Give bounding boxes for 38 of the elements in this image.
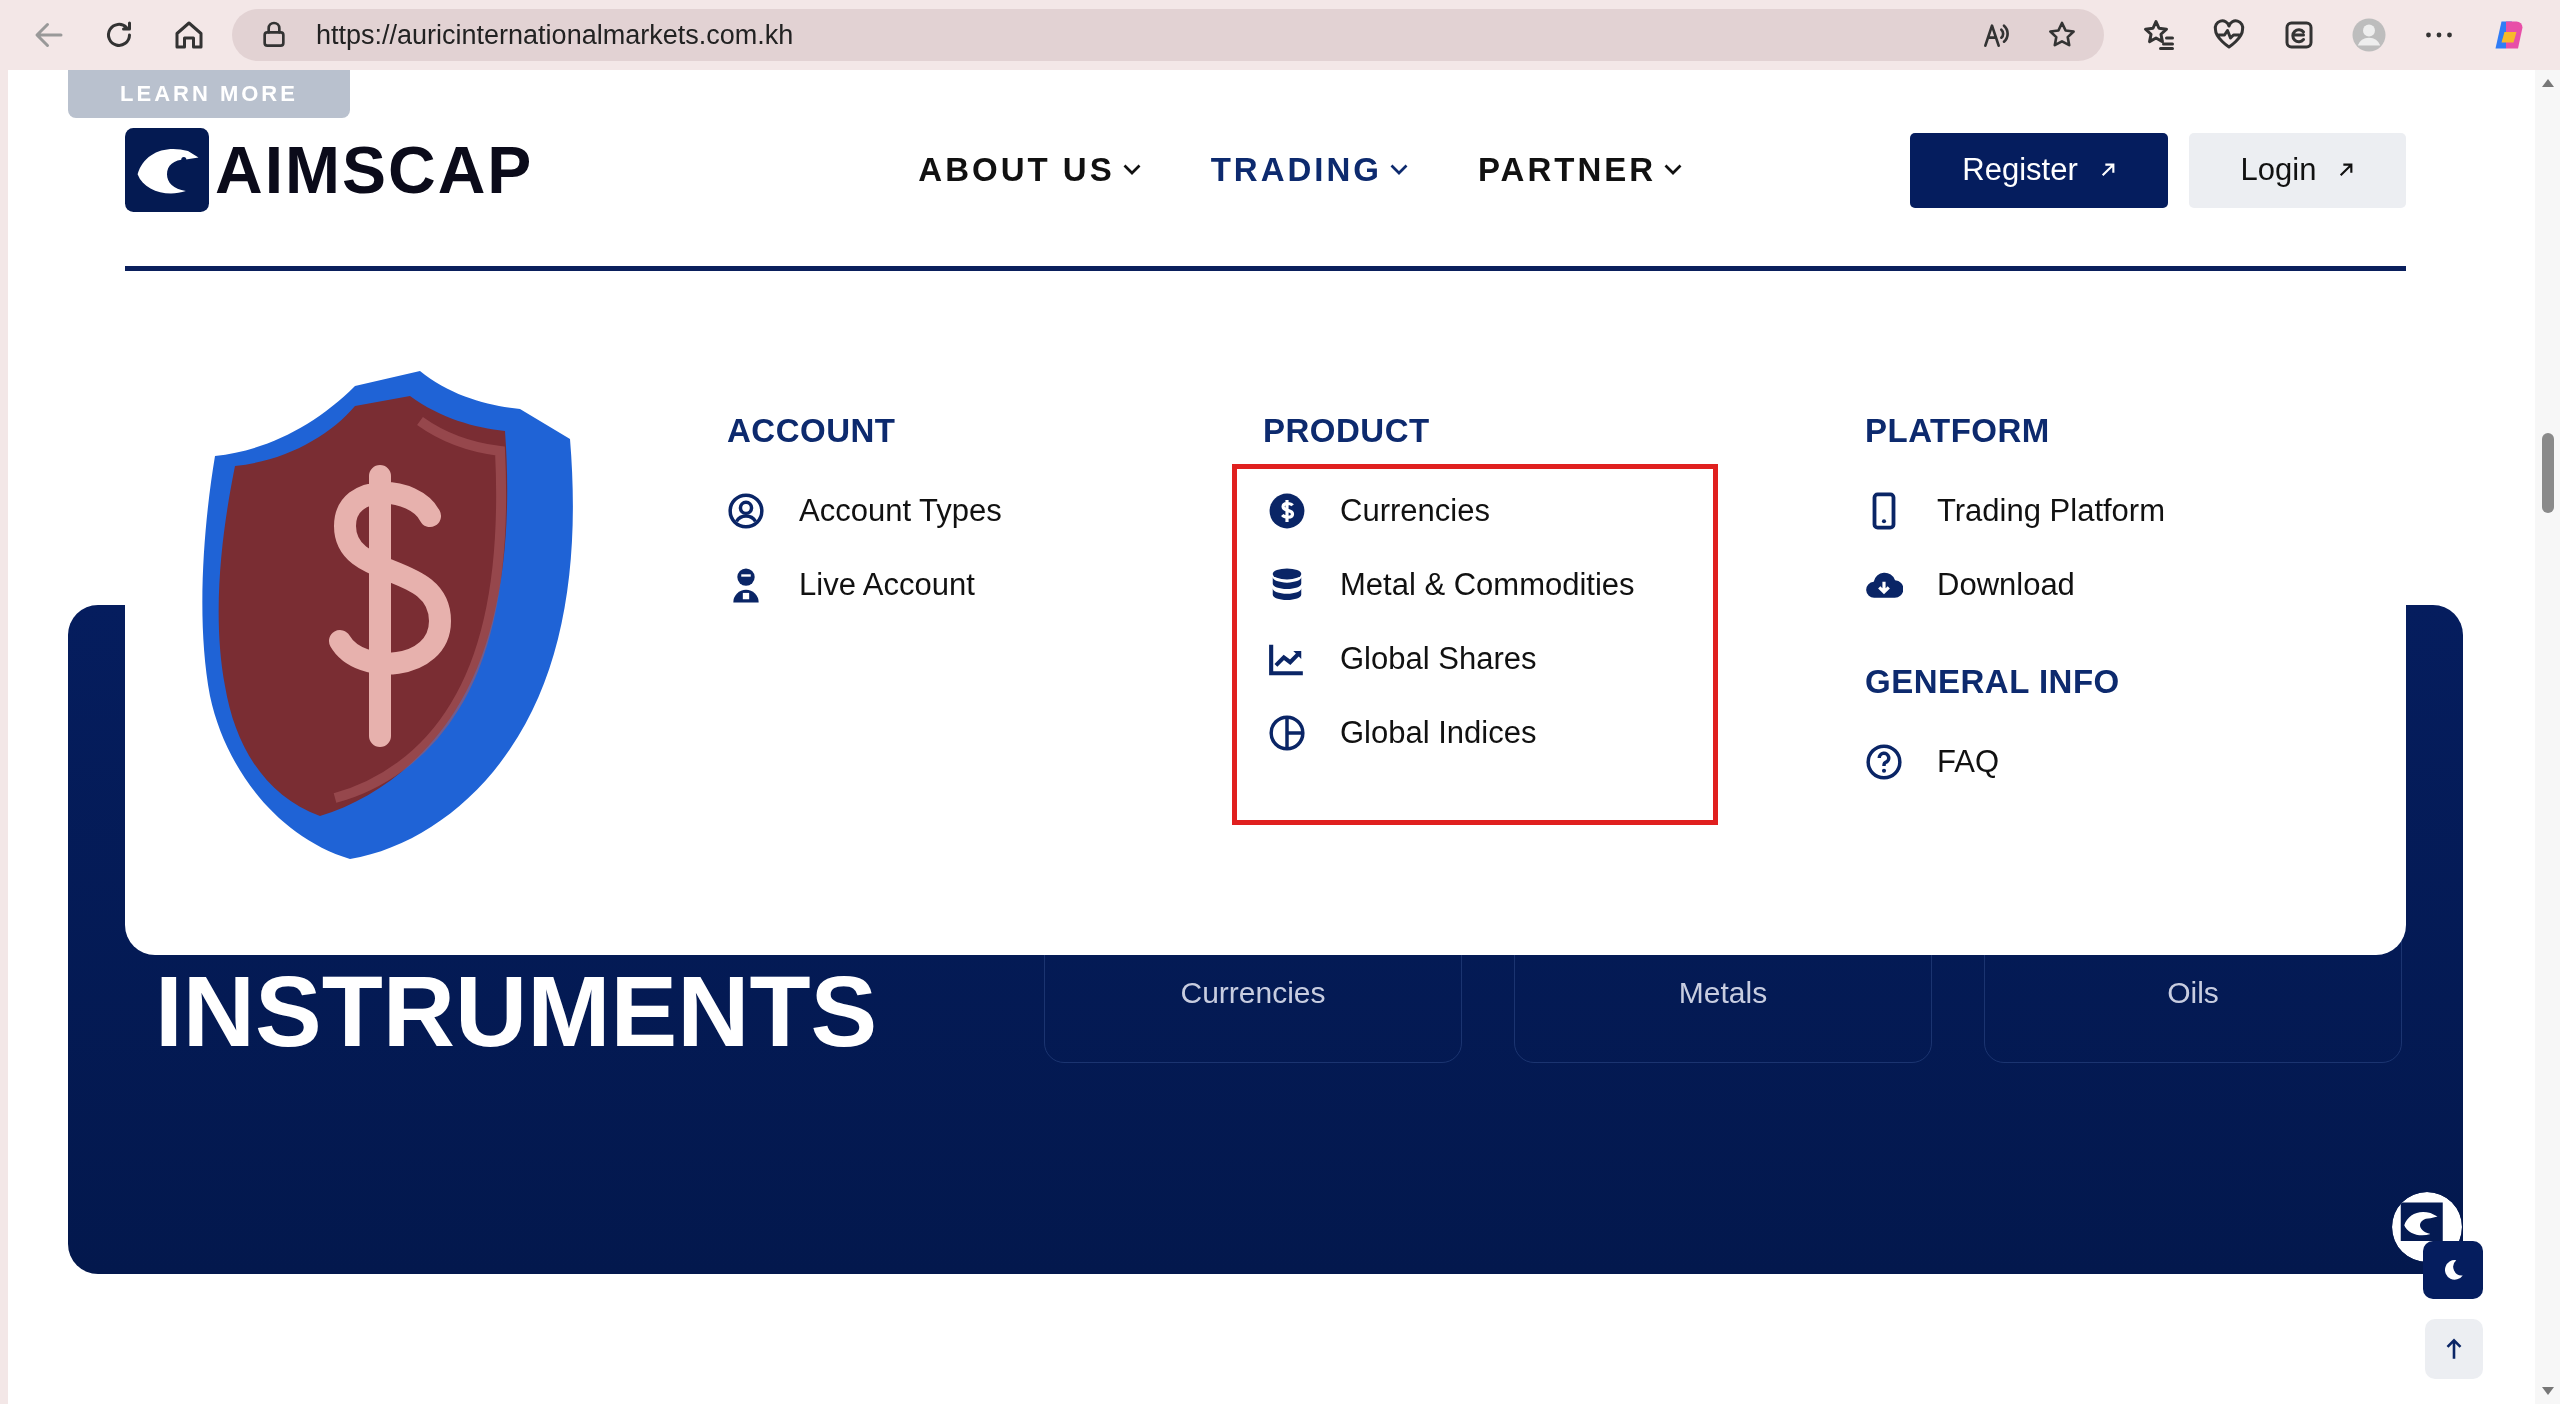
scroll-up-icon[interactable] — [2540, 78, 2555, 88]
dollar-coin-icon — [1268, 492, 1306, 530]
menu-item[interactable]: Account Types — [727, 474, 1263, 548]
caret-icon — [1664, 164, 1683, 176]
nav-link[interactable]: TRADING — [1210, 151, 1409, 189]
favorites-icon[interactable] — [2141, 17, 2177, 53]
external-link-icon — [2099, 162, 2116, 178]
menu-heading: PRODUCT — [1263, 411, 1431, 451]
menu-heading: ACCOUNT — [727, 411, 897, 451]
url-text: https://auricinternationalmarkets.com.kh — [316, 19, 795, 51]
nav-link[interactable]: PARTNER — [1478, 151, 1683, 189]
menu-item[interactable]: Global Indices — [1268, 696, 1713, 770]
pie-chart-icon — [1268, 714, 1306, 752]
user-circle-icon — [727, 492, 765, 530]
menu-heading: PLATFORM — [1865, 411, 2051, 451]
menu-item[interactable]: Global Shares — [1268, 622, 1713, 696]
nav-link[interactable]: ABOUT US — [918, 151, 1141, 189]
address-bar[interactable]: https://auricinternationalmarkets.com.kh — [232, 9, 2104, 61]
menu-item[interactable]: Download — [1865, 548, 2165, 622]
eagle-logo-icon — [125, 128, 209, 212]
scroll-top-button[interactable] — [2425, 1319, 2483, 1379]
caret-icon — [1122, 164, 1141, 176]
hero-title: INSTRUMENTS — [155, 954, 878, 1069]
external-link-icon — [2338, 162, 2355, 178]
menu-item[interactable]: Trading Platform — [1865, 474, 2165, 548]
logo-text: AIMSCAP — [215, 132, 534, 208]
help-icon — [1865, 743, 1903, 781]
login-button[interactable]: Login — [2189, 132, 2406, 208]
menu-item[interactable]: Metal & Commodities — [1268, 548, 1713, 622]
register-button[interactable]: Register — [1910, 132, 2168, 208]
menu-item[interactable]: Currencies — [1268, 474, 1713, 548]
scroll-down-icon[interactable] — [2540, 1386, 2555, 1396]
menu-heading: GENERAL INFO — [1865, 662, 2121, 702]
menu-item[interactable]: FAQ — [1865, 725, 2165, 799]
menu-item[interactable]: Live Account — [727, 548, 1263, 622]
theme-toggle-button[interactable] — [2423, 1241, 2483, 1299]
caret-icon — [1390, 164, 1409, 176]
scroll-thumb[interactable] — [2541, 433, 2554, 513]
